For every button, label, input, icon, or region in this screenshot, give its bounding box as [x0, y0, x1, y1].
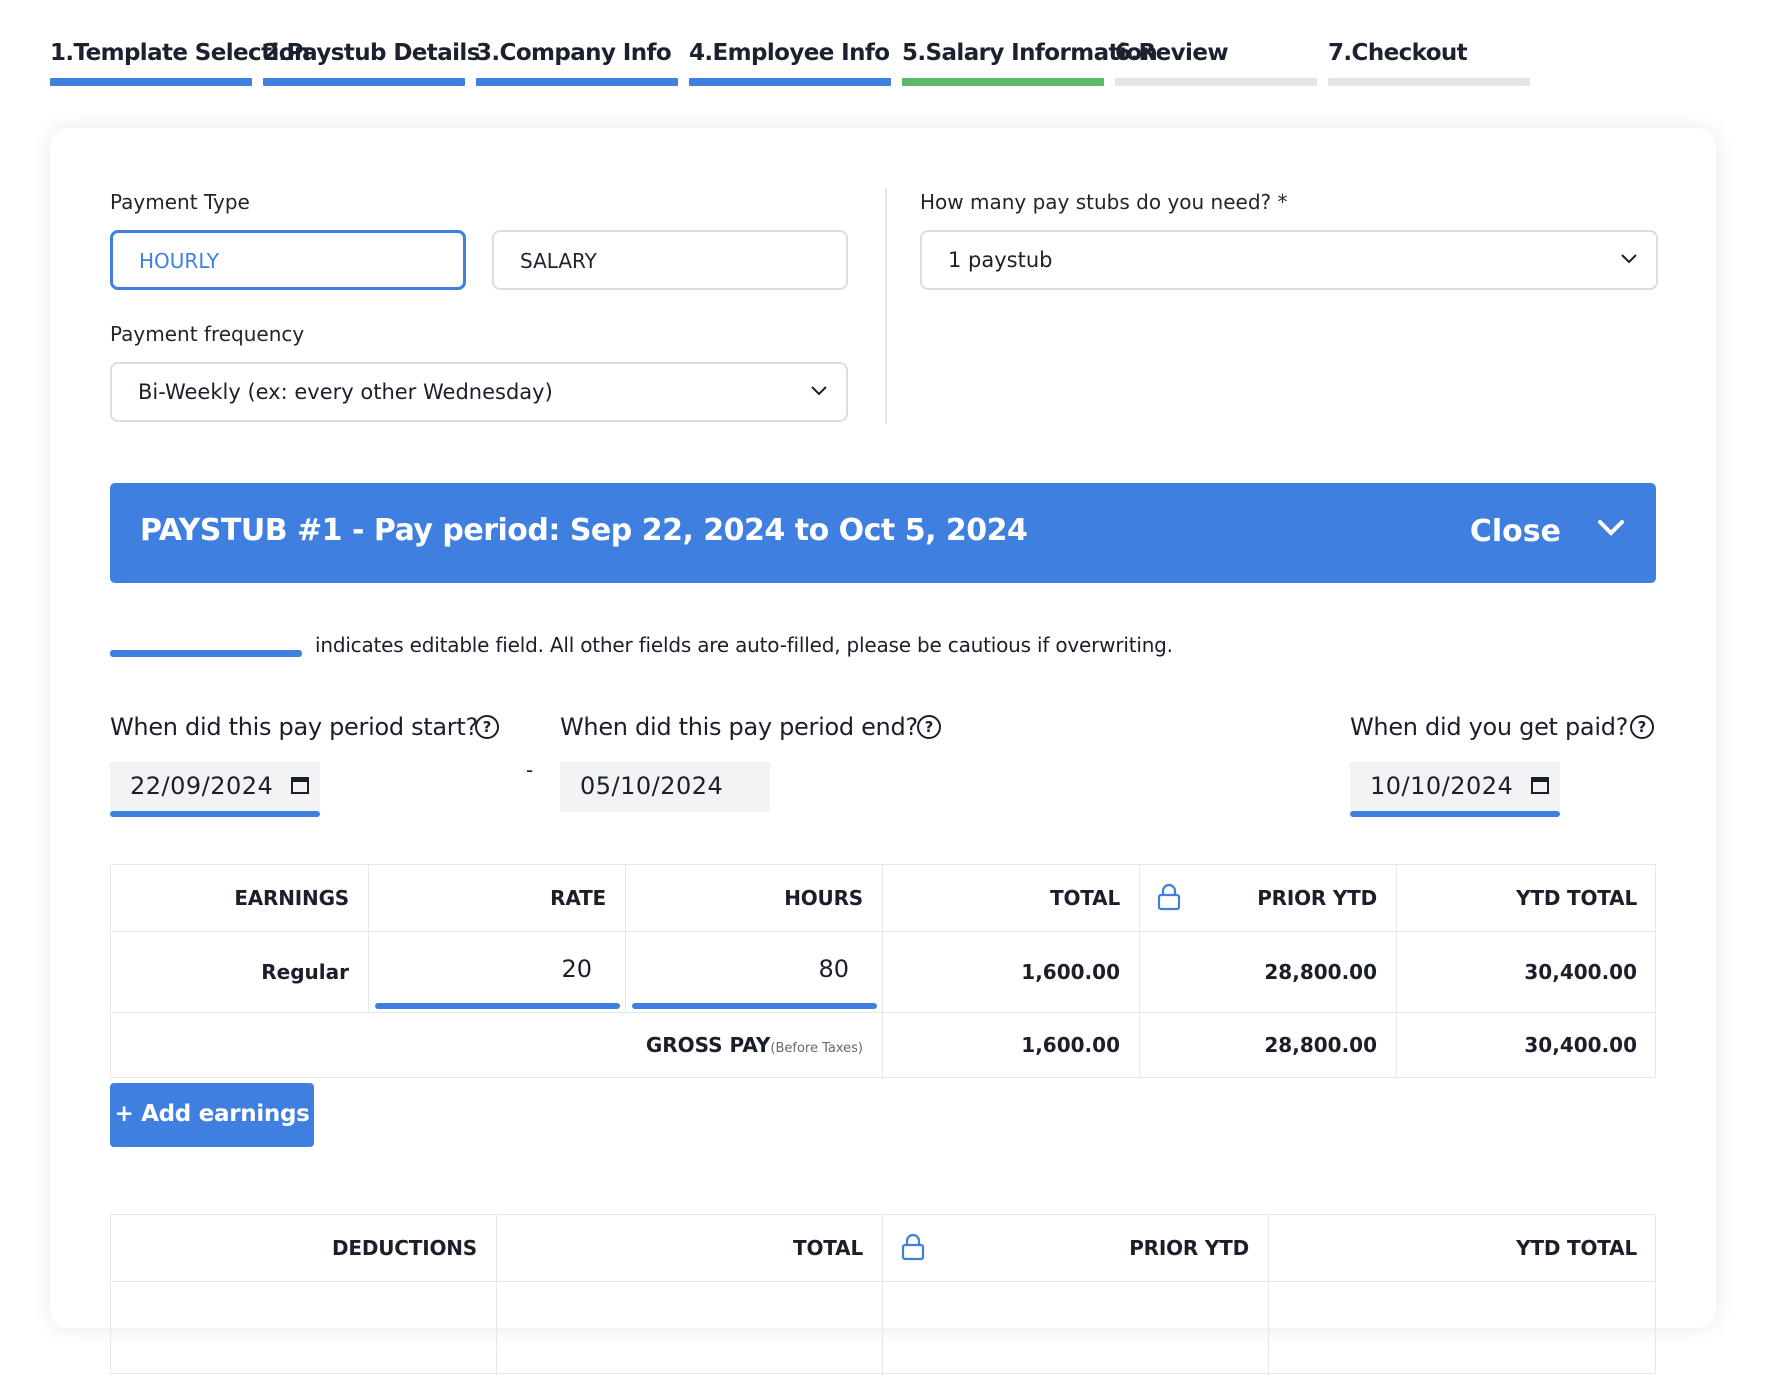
salary-form-card: Payment Type HOURLY SALARY Payment frequ… — [50, 128, 1716, 1375]
step-label: 2.Paystub Details — [263, 40, 480, 66]
step-review[interactable]: 6.Review — [1115, 36, 1317, 86]
deduction-total-header: TOTAL — [793, 1236, 863, 1260]
step-company-info[interactable]: 3.Company Info — [476, 36, 678, 86]
gross-prior-ytd: 28,800.00 — [1264, 1033, 1377, 1057]
gross-ytd-total: 30,400.00 — [1524, 1033, 1637, 1057]
step-template-selection[interactable]: 1.Template Selection — [50, 36, 310, 86]
step-label: 3.Company Info — [476, 40, 672, 66]
chevron-down-icon[interactable] — [1596, 517, 1626, 541]
step-progress-bar — [902, 78, 1104, 86]
deductions-header: DEDUCTIONS — [331, 1236, 477, 1260]
progress-stepper: 1.Template Selection 2.Paystub Details 3… — [50, 36, 1718, 86]
chevron-down-icon — [811, 386, 827, 396]
lock-icon[interactable] — [1157, 883, 1181, 911]
deduction-prior-ytd-header: PRIOR YTD — [1129, 1236, 1249, 1260]
prior-ytd-header: PRIOR YTD — [1257, 886, 1377, 910]
step-progress-bar — [689, 78, 891, 86]
period-end-label: When did this pay period end? — [560, 713, 918, 741]
rate-input[interactable]: 20 — [561, 955, 592, 983]
help-icon[interactable]: ? — [1630, 715, 1654, 739]
period-end-date-field[interactable]: 05/10/2024 — [560, 762, 770, 812]
payment-type-label: Payment Type — [110, 190, 250, 214]
paystub-accordion-header[interactable]: PAYSTUB #1 - Pay period: Sep 22, 2024 to… — [110, 483, 1656, 583]
calendar-icon[interactable] — [290, 775, 310, 795]
step-progress-bar — [50, 78, 252, 86]
add-earnings-button[interactable]: + Add earnings — [110, 1083, 314, 1147]
step-progress-bar — [1115, 78, 1317, 86]
step-salary-information[interactable]: 5.Salary Information — [902, 36, 1158, 86]
calendar-icon[interactable] — [1530, 775, 1550, 795]
pay-date-input[interactable]: 10/10/2024 — [1350, 762, 1560, 817]
step-progress-bar — [1328, 78, 1530, 86]
ytd-total-header: YTD TOTAL — [1516, 886, 1637, 910]
payment-frequency-value: Bi-Weekly (ex: every other Wednesday) — [138, 380, 553, 404]
period-start-date-input[interactable]: 22/09/2024 — [110, 762, 320, 817]
stubs-count-value: 1 paystub — [948, 248, 1053, 272]
step-employee-info[interactable]: 4.Employee Info — [689, 36, 891, 86]
step-progress-bar — [476, 78, 678, 86]
step-progress-bar — [263, 78, 465, 86]
pay-date-value: 10/10/2024 — [1370, 772, 1514, 800]
hours-header: HOURS — [784, 886, 863, 910]
editable-underline — [1350, 811, 1560, 817]
date-range-separator: - — [526, 758, 534, 782]
earnings-header: EARNINGS — [234, 886, 349, 910]
gross-pay-label: GROSS PAY(Before Taxes) — [646, 1033, 863, 1057]
chevron-down-icon — [1621, 254, 1637, 264]
salary-option-button[interactable]: SALARY — [492, 230, 848, 290]
earning-ytd-total[interactable]: 30,400.00 — [1524, 960, 1637, 984]
step-label: 7.Checkout — [1328, 40, 1468, 66]
deduction-ytd-total-header: YTD TOTAL — [1516, 1236, 1637, 1260]
period-end-date-value: 05/10/2024 — [580, 772, 724, 800]
payment-frequency-select[interactable]: Bi-Weekly (ex: every other Wednesday) — [110, 362, 848, 422]
editable-underline — [632, 1003, 877, 1009]
step-label: 4.Employee Info — [689, 40, 890, 66]
hourly-option-button[interactable]: HOURLY — [110, 230, 466, 290]
help-icon[interactable]: ? — [917, 715, 941, 739]
gross-pay-note: (Before Taxes) — [770, 1041, 863, 1056]
period-start-date-value: 22/09/2024 — [130, 772, 274, 800]
earning-name: Regular — [261, 960, 349, 984]
editable-field-legend-text: indicates editable field. All other fiel… — [315, 633, 1173, 657]
step-checkout[interactable]: 7.Checkout — [1328, 36, 1530, 86]
earnings-table: EARNINGS RATE HOURS TOTAL PRIOR YTD YTD … — [110, 864, 1656, 1078]
close-paystub-button[interactable]: Close — [1470, 514, 1561, 549]
deductions-table: DEDUCTIONS TOTAL PRIOR YTD YTD TOTAL — [110, 1214, 1656, 1375]
gross-total: 1,600.00 — [1021, 1033, 1120, 1057]
payment-frequency-label: Payment frequency — [110, 322, 305, 346]
gross-pay-text: GROSS PAY — [645, 1033, 771, 1057]
editable-underline — [110, 811, 320, 817]
paystub-title: PAYSTUB #1 - Pay period: Sep 22, 2024 to… — [140, 513, 1028, 548]
pay-date-label: When did you get paid? — [1350, 713, 1629, 741]
help-icon[interactable]: ? — [475, 715, 499, 739]
total-header: TOTAL — [1050, 886, 1120, 910]
editable-field-legend-swatch — [110, 650, 302, 657]
step-paystub-details[interactable]: 2.Paystub Details — [263, 36, 480, 86]
rate-header: RATE — [550, 886, 606, 910]
period-start-label: When did this pay period start? — [110, 713, 478, 741]
lock-icon[interactable] — [901, 1233, 925, 1261]
stubs-count-label: How many pay stubs do you need? * — [920, 190, 1288, 214]
editable-underline — [375, 1003, 620, 1009]
earning-prior-ytd[interactable]: 28,800.00 — [1264, 960, 1377, 984]
hours-input[interactable]: 80 — [818, 955, 849, 983]
stubs-count-select[interactable]: 1 paystub — [920, 230, 1658, 290]
earning-total[interactable]: 1,600.00 — [1021, 960, 1120, 984]
step-label: 6.Review — [1115, 40, 1229, 66]
column-divider — [885, 188, 887, 424]
